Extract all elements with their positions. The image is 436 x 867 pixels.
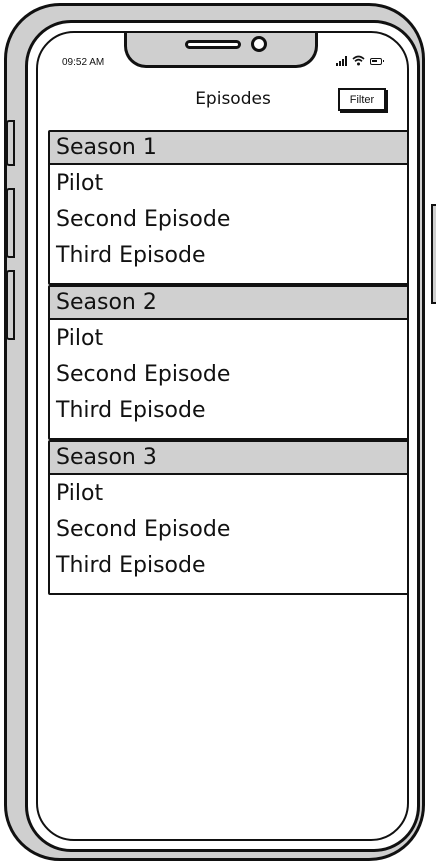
power-button: [431, 204, 436, 304]
episode-item[interactable]: Second Episode: [50, 511, 407, 547]
signal-icon: [336, 56, 347, 66]
episode-item[interactable]: Pilot: [50, 165, 407, 201]
screen-bezel: 09:52 AM Episodes Filter Season 1 Pilot …: [25, 20, 420, 852]
speaker-icon: [185, 40, 241, 49]
episode-list: Pilot Second Episode Third Episode: [50, 320, 407, 438]
episode-item[interactable]: Third Episode: [50, 547, 407, 583]
episode-item[interactable]: Third Episode: [50, 392, 407, 428]
volume-down-button: [6, 270, 15, 340]
filter-button[interactable]: Filter: [338, 88, 386, 111]
camera-icon: [251, 36, 267, 52]
episode-list: Pilot Second Episode Third Episode: [50, 165, 407, 283]
episode-item[interactable]: Second Episode: [50, 201, 407, 237]
season-header[interactable]: Season 1: [50, 132, 407, 165]
season-header[interactable]: Season 2: [50, 287, 407, 320]
season-list: Season 1 Pilot Second Episode Third Epis…: [48, 130, 407, 595]
mute-switch: [6, 120, 15, 166]
episode-item[interactable]: Third Episode: [50, 237, 407, 273]
season-group: Season 3 Pilot Second Episode Third Epis…: [48, 440, 407, 595]
phone-frame: 09:52 AM Episodes Filter Season 1 Pilot …: [4, 3, 436, 861]
season-group: Season 2 Pilot Second Episode Third Epis…: [48, 285, 407, 440]
screen: 09:52 AM Episodes Filter Season 1 Pilot …: [36, 31, 409, 841]
episode-item[interactable]: Pilot: [50, 320, 407, 356]
episode-item[interactable]: Second Episode: [50, 356, 407, 392]
volume-up-button: [6, 188, 15, 258]
status-time: 09:52 AM: [62, 57, 105, 68]
episode-item[interactable]: Pilot: [50, 475, 407, 511]
page-title: Episodes: [195, 89, 271, 109]
season-header[interactable]: Season 3: [50, 442, 407, 475]
wifi-icon: [352, 55, 365, 66]
notch: [124, 33, 318, 68]
episode-list: Pilot Second Episode Third Episode: [50, 475, 407, 593]
status-icons: [336, 55, 384, 66]
season-group: Season 1 Pilot Second Episode Third Epis…: [48, 130, 407, 285]
battery-icon: [370, 58, 384, 65]
